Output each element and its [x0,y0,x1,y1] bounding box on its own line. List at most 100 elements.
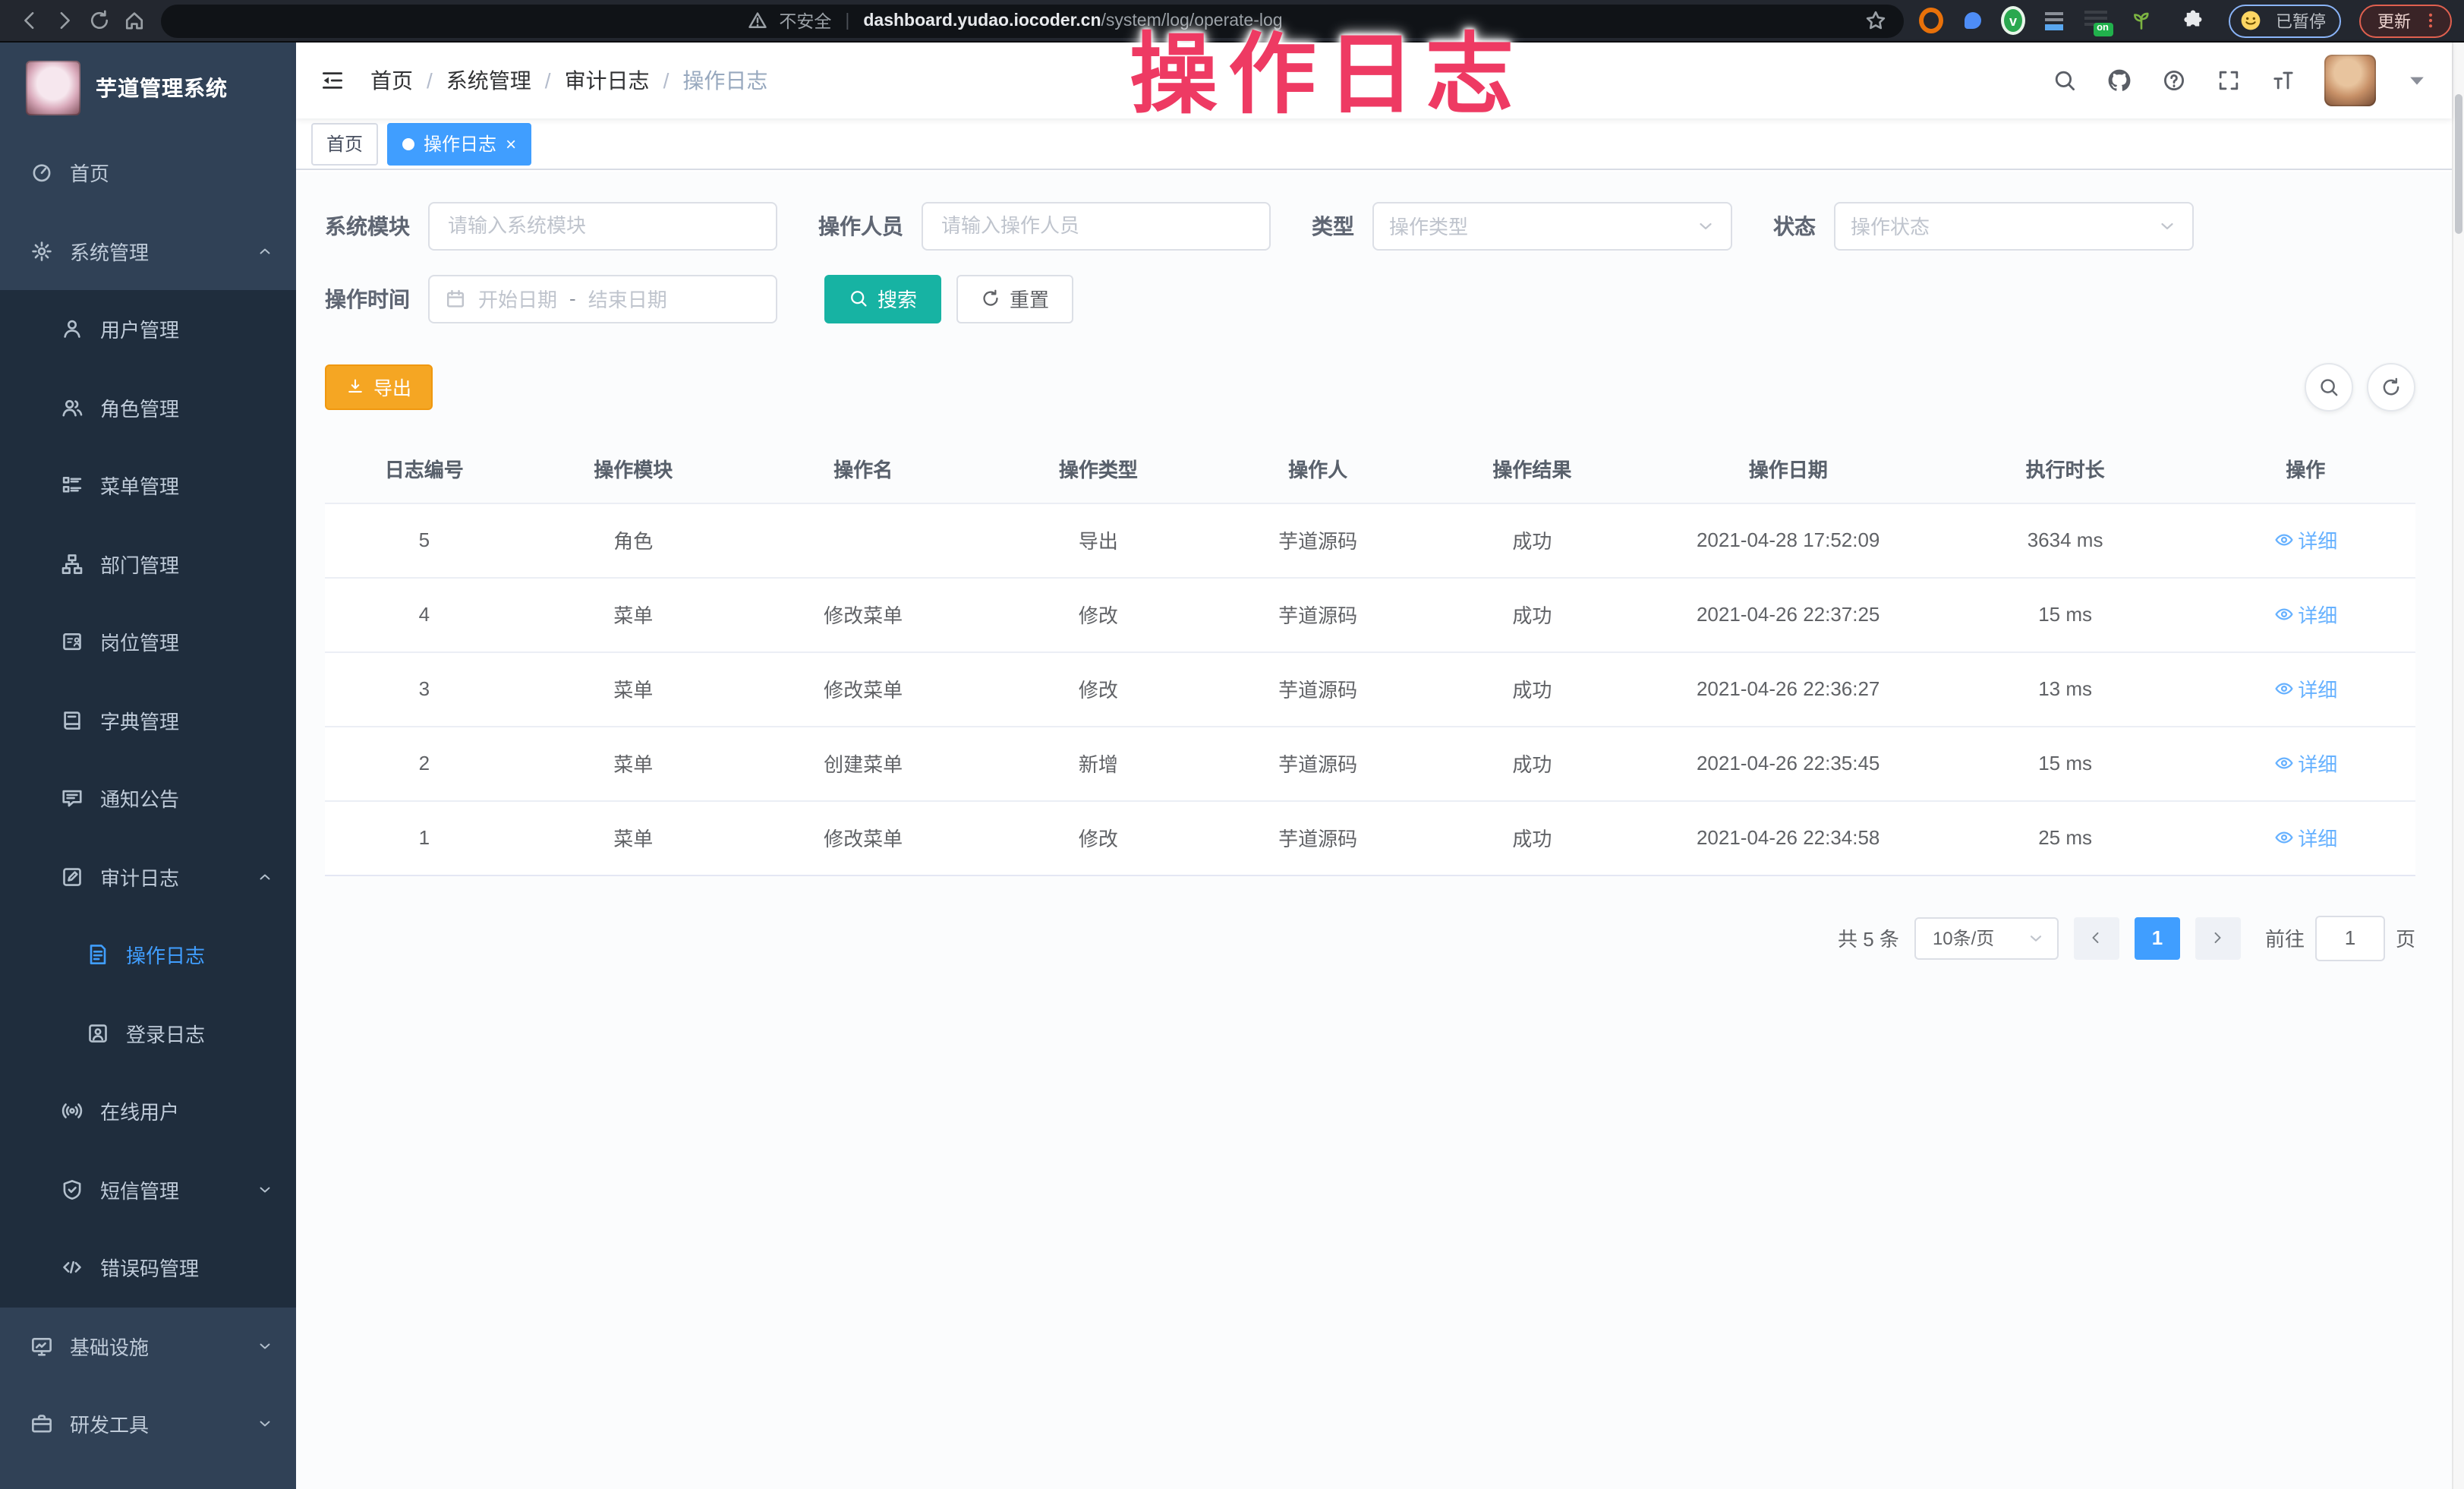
app-logo-row[interactable]: 芋道管理系统 [0,43,296,134]
scrollbar-thumb[interactable] [2454,94,2462,234]
browser-reload-button[interactable] [82,3,117,38]
chevron-up-icon [257,869,273,885]
header-search-icon[interactable] [2051,67,2078,94]
sidebar-item-users[interactable]: 角色管理 [0,368,296,446]
avatar-caret-down-icon[interactable] [2403,67,2431,94]
prev-page-button[interactable] [2074,916,2119,959]
table-cell: 修改菜单 [743,823,984,852]
goto-page-input[interactable] [2315,915,2385,961]
breadcrumb-item[interactable]: 审计日志 [565,65,650,96]
chevron-down-icon [2027,926,2045,950]
page-unit-label: 页 [2396,923,2415,952]
sidebar-item-operate-log[interactable]: 操作日志 [0,916,296,994]
navbar-actions [2051,55,2431,106]
reset-button[interactable]: 重置 [956,274,1073,323]
help-icon[interactable] [2160,67,2188,94]
extension-sprout-icon[interactable] [2124,3,2159,38]
toggle-search-button[interactable] [2305,362,2353,411]
date-range-picker[interactable]: 开始日期 - 结束日期 [428,274,777,323]
table-cell: 15 ms [1934,603,2195,626]
eye-icon [2273,604,2293,624]
module-input[interactable] [428,201,777,250]
error-code-icon [61,1257,83,1279]
breadcrumb: 首页/系统管理/审计日志/操作日志 [370,65,767,96]
chevron-up-icon [257,243,273,260]
filter-row-2: 操作时间 开始日期 - 结束日期 搜索 重置 [325,274,2415,323]
export-button[interactable]: 导出 [325,364,433,409]
table-row: 2菜单创建菜单新增芋道源码成功2021-04-26 22:35:4515 ms详… [325,725,2415,800]
detail-link[interactable]: 详细 [2273,674,2337,703]
detail-link[interactable]: 详细 [2273,823,2337,852]
sidebar-item-online-user[interactable]: 在线用户 [0,1072,296,1150]
sidebar-item-sms[interactable]: 短信管理 [0,1150,296,1229]
bookmark-star-icon[interactable] [1864,8,1889,33]
next-page-button[interactable] [2195,916,2241,959]
sidebar-item-user[interactable]: 用户管理 [0,290,296,368]
page-size-select[interactable]: 10条/页 [1914,916,2059,959]
refresh-table-button[interactable] [2367,362,2415,411]
sidebar-toggle-icon[interactable] [317,66,346,95]
table-cell: 修改菜单 [743,600,984,629]
table-cell-actions: 详细 [2196,674,2415,703]
tag-active[interactable]: 操作日志× [387,122,531,165]
extensions-puzzle-icon[interactable] [2176,3,2210,38]
font-size-icon[interactable] [2270,67,2297,94]
page-1-button[interactable]: 1 [2135,916,2180,959]
fullscreen-icon[interactable] [2215,67,2242,94]
refresh-icon [981,289,1000,308]
sidebar-item-announcement[interactable]: 通知公告 [0,759,296,838]
table-row: 1菜单修改菜单修改芋道源码成功2021-04-26 22:34:5825 ms详… [325,800,2415,875]
sidebar-item-error-code[interactable]: 错误码管理 [0,1229,296,1307]
browser-update-button[interactable]: 更新 [2359,4,2452,37]
not-secure-icon[interactable] [747,8,768,33]
chevron-down-icon [257,1181,273,1198]
extension-toolbar: v on [1919,3,2210,38]
browser-home-button[interactable] [117,3,152,38]
active-tag-dot [402,137,414,150]
extension-drop-icon[interactable] [1960,8,1984,33]
window-scrollbar[interactable] [2452,43,2464,1489]
table-cell: 2021-04-28 17:52:09 [1642,528,1935,551]
sidebar-item-org-tree[interactable]: 部门管理 [0,525,296,603]
question-icon [2162,68,2186,93]
tag-item[interactable]: 首页 [311,122,378,165]
breadcrumb-item[interactable]: 首页 [370,65,413,96]
table-cell: 修改菜单 [743,674,984,703]
status-select[interactable]: 操作状态 [1834,201,2194,250]
github-icon[interactable] [2106,67,2133,94]
not-secure-label: 不安全 [779,8,831,33]
sidebar-item-menu-list[interactable]: 菜单管理 [0,446,296,525]
extension-v-icon[interactable]: v [2001,8,2025,33]
operator-input[interactable] [922,201,1271,250]
extension-switch-icon[interactable]: on [2083,8,2107,33]
search-button[interactable]: 搜索 [824,274,941,323]
detail-link[interactable]: 详细 [2273,525,2337,554]
sidebar-item-badge[interactable]: 岗位管理 [0,603,296,681]
browser-menu-icon[interactable] [2421,3,2440,38]
sidebar-item-login-log[interactable]: 登录日志 [0,994,296,1072]
table-cell: 成功 [1423,749,1642,778]
browser-back-button[interactable] [12,3,47,38]
extension-bars-icon[interactable] [2042,8,2066,33]
user-avatar[interactable] [2324,55,2376,106]
extension-ring-icon[interactable] [1919,8,1943,33]
breadcrumb-item[interactable]: 系统管理 [446,65,531,96]
sidebar-item-infrastructure[interactable]: 基础设施 [0,1307,296,1385]
profile-paused-chip[interactable]: 已暂停 [2229,4,2341,37]
address-bar[interactable]: 不安全 | dashboard.yudao.iocoder.cn/system/… [161,4,1904,37]
sidebar-item-dev-tools[interactable]: 研发工具 [0,1385,296,1463]
refresh-icon [2381,376,2402,397]
sidebar-item-dictionary[interactable]: 字典管理 [0,681,296,759]
type-select[interactable]: 操作类型 [1372,201,1732,250]
table-cell: 芋道源码 [1213,525,1422,554]
font-size-icon [2271,68,2295,93]
sidebar-item-audit-log[interactable]: 审计日志 [0,838,296,916]
table-cell: 创建菜单 [743,749,984,778]
detail-link[interactable]: 详细 [2273,600,2337,629]
gear-icon [30,240,53,263]
browser-forward-button[interactable] [47,3,82,38]
detail-link[interactable]: 详细 [2273,749,2337,778]
tag-close-icon[interactable]: × [506,134,516,153]
sidebar-item-gear[interactable]: 系统管理 [0,212,296,290]
sidebar-item-gauge[interactable]: 首页 [0,134,296,212]
